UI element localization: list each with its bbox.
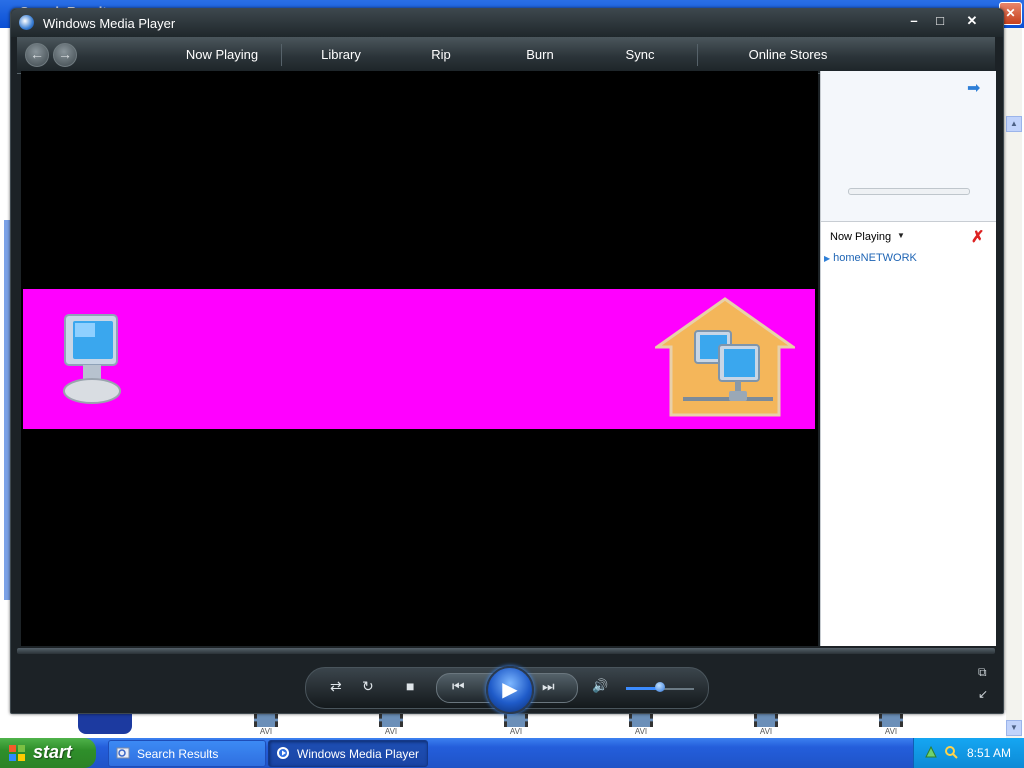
volume-slider-thumb[interactable] xyxy=(655,682,665,692)
start-label: start xyxy=(33,742,73,762)
navigation-bar: ← → Now Playing Library Rip Burn Sync On… xyxy=(17,37,995,74)
video-display-area[interactable] xyxy=(21,71,818,646)
mute-button[interactable]: 🔊 xyxy=(592,678,608,694)
background-scrollbar[interactable]: ▲ ▼ xyxy=(1003,28,1022,740)
search-window-icon xyxy=(116,747,130,759)
avi-file-icon[interactable]: AVI xyxy=(878,713,904,739)
media-player-window: Windows Media Player – □ ✕ ← → Now Playi… xyxy=(10,8,1004,714)
tab-divider xyxy=(697,44,698,66)
avi-file-icon[interactable]: AVI xyxy=(628,713,654,739)
close-button[interactable]: ✕ xyxy=(961,13,983,29)
eu-flag-icon[interactable] xyxy=(78,712,132,734)
window-title: Windows Media Player xyxy=(43,16,176,31)
next-button[interactable]: ⏭ xyxy=(542,678,555,695)
shuffle-button[interactable]: ⇄ xyxy=(330,678,342,695)
list-progress-bar xyxy=(848,188,970,195)
tab-now-playing[interactable]: Now Playing xyxy=(167,47,277,62)
scroll-down-icon[interactable]: ▼ xyxy=(1006,720,1022,736)
avi-file-icon[interactable]: AVI xyxy=(753,713,779,739)
system-tray: 8:51 AM xyxy=(913,738,1024,768)
full-screen-icon[interactable]: ↙ xyxy=(978,687,988,701)
search-icon[interactable] xyxy=(944,745,958,759)
clock[interactable]: 8:51 AM xyxy=(967,746,1011,760)
list-pane: ➡ Now Playing ▼ ✗ ▶ homeNETWORK xyxy=(820,71,996,646)
switch-to-skin-icon[interactable]: ⧉ xyxy=(978,665,987,680)
repeat-button[interactable]: ↻ xyxy=(362,678,374,695)
play-button[interactable]: ▶ xyxy=(486,666,534,714)
list-item[interactable]: ▶ homeNETWORK xyxy=(824,252,917,264)
home-network-icon xyxy=(655,297,795,417)
playback-controls: ⇄ ↻ ■ ⏮ ▶ ⏭ 🔊 xyxy=(305,666,709,714)
windows-logo-icon xyxy=(9,745,25,761)
task-label: Windows Media Player xyxy=(297,747,420,761)
now-playing-list-dropdown[interactable]: Now Playing xyxy=(830,231,891,243)
network-icon[interactable] xyxy=(924,745,938,759)
start-button[interactable]: start xyxy=(0,738,96,768)
tab-divider xyxy=(281,44,282,66)
task-search-results[interactable]: Search Results xyxy=(108,740,266,767)
taskbar: start Search Results Windows Media Playe… xyxy=(0,738,1024,768)
list-pane-header: ➡ xyxy=(821,71,996,222)
seek-bar[interactable] xyxy=(17,648,995,654)
task-label: Search Results xyxy=(137,747,219,761)
stop-button[interactable]: ■ xyxy=(406,678,414,694)
visualization-banner xyxy=(23,289,815,429)
task-windows-media-player[interactable]: Windows Media Player xyxy=(268,740,428,767)
back-button[interactable]: ← xyxy=(25,43,49,67)
minimize-button[interactable]: – xyxy=(903,13,925,29)
media-player-icon xyxy=(277,747,289,759)
previous-button[interactable]: ⏮ xyxy=(452,678,465,695)
tab-sync[interactable]: Sync xyxy=(600,47,680,62)
avi-file-icon[interactable]: AVI xyxy=(378,713,404,739)
expand-arrow-icon[interactable]: ▶ xyxy=(824,254,830,263)
tab-online-stores[interactable]: Online Stores xyxy=(733,47,843,62)
tab-burn[interactable]: Burn xyxy=(500,47,580,62)
tab-library[interactable]: Library xyxy=(291,47,391,62)
forward-button[interactable]: → xyxy=(53,43,77,67)
avi-file-icon[interactable]: AVI xyxy=(503,713,529,739)
title-bar[interactable]: Windows Media Player – □ ✕ xyxy=(11,9,1003,37)
clear-list-icon[interactable]: ✗ xyxy=(971,227,984,247)
arrow-right-icon[interactable]: ➡ xyxy=(967,78,980,98)
avi-file-icon[interactable]: AVI xyxy=(253,713,279,739)
chevron-down-icon[interactable]: ▼ xyxy=(897,231,905,240)
computer-icon xyxy=(63,314,121,404)
media-player-logo-icon xyxy=(19,15,34,30)
tab-rip[interactable]: Rip xyxy=(401,47,481,62)
maximize-button[interactable]: □ xyxy=(929,13,951,29)
scroll-up-icon[interactable]: ▲ xyxy=(1006,116,1022,132)
